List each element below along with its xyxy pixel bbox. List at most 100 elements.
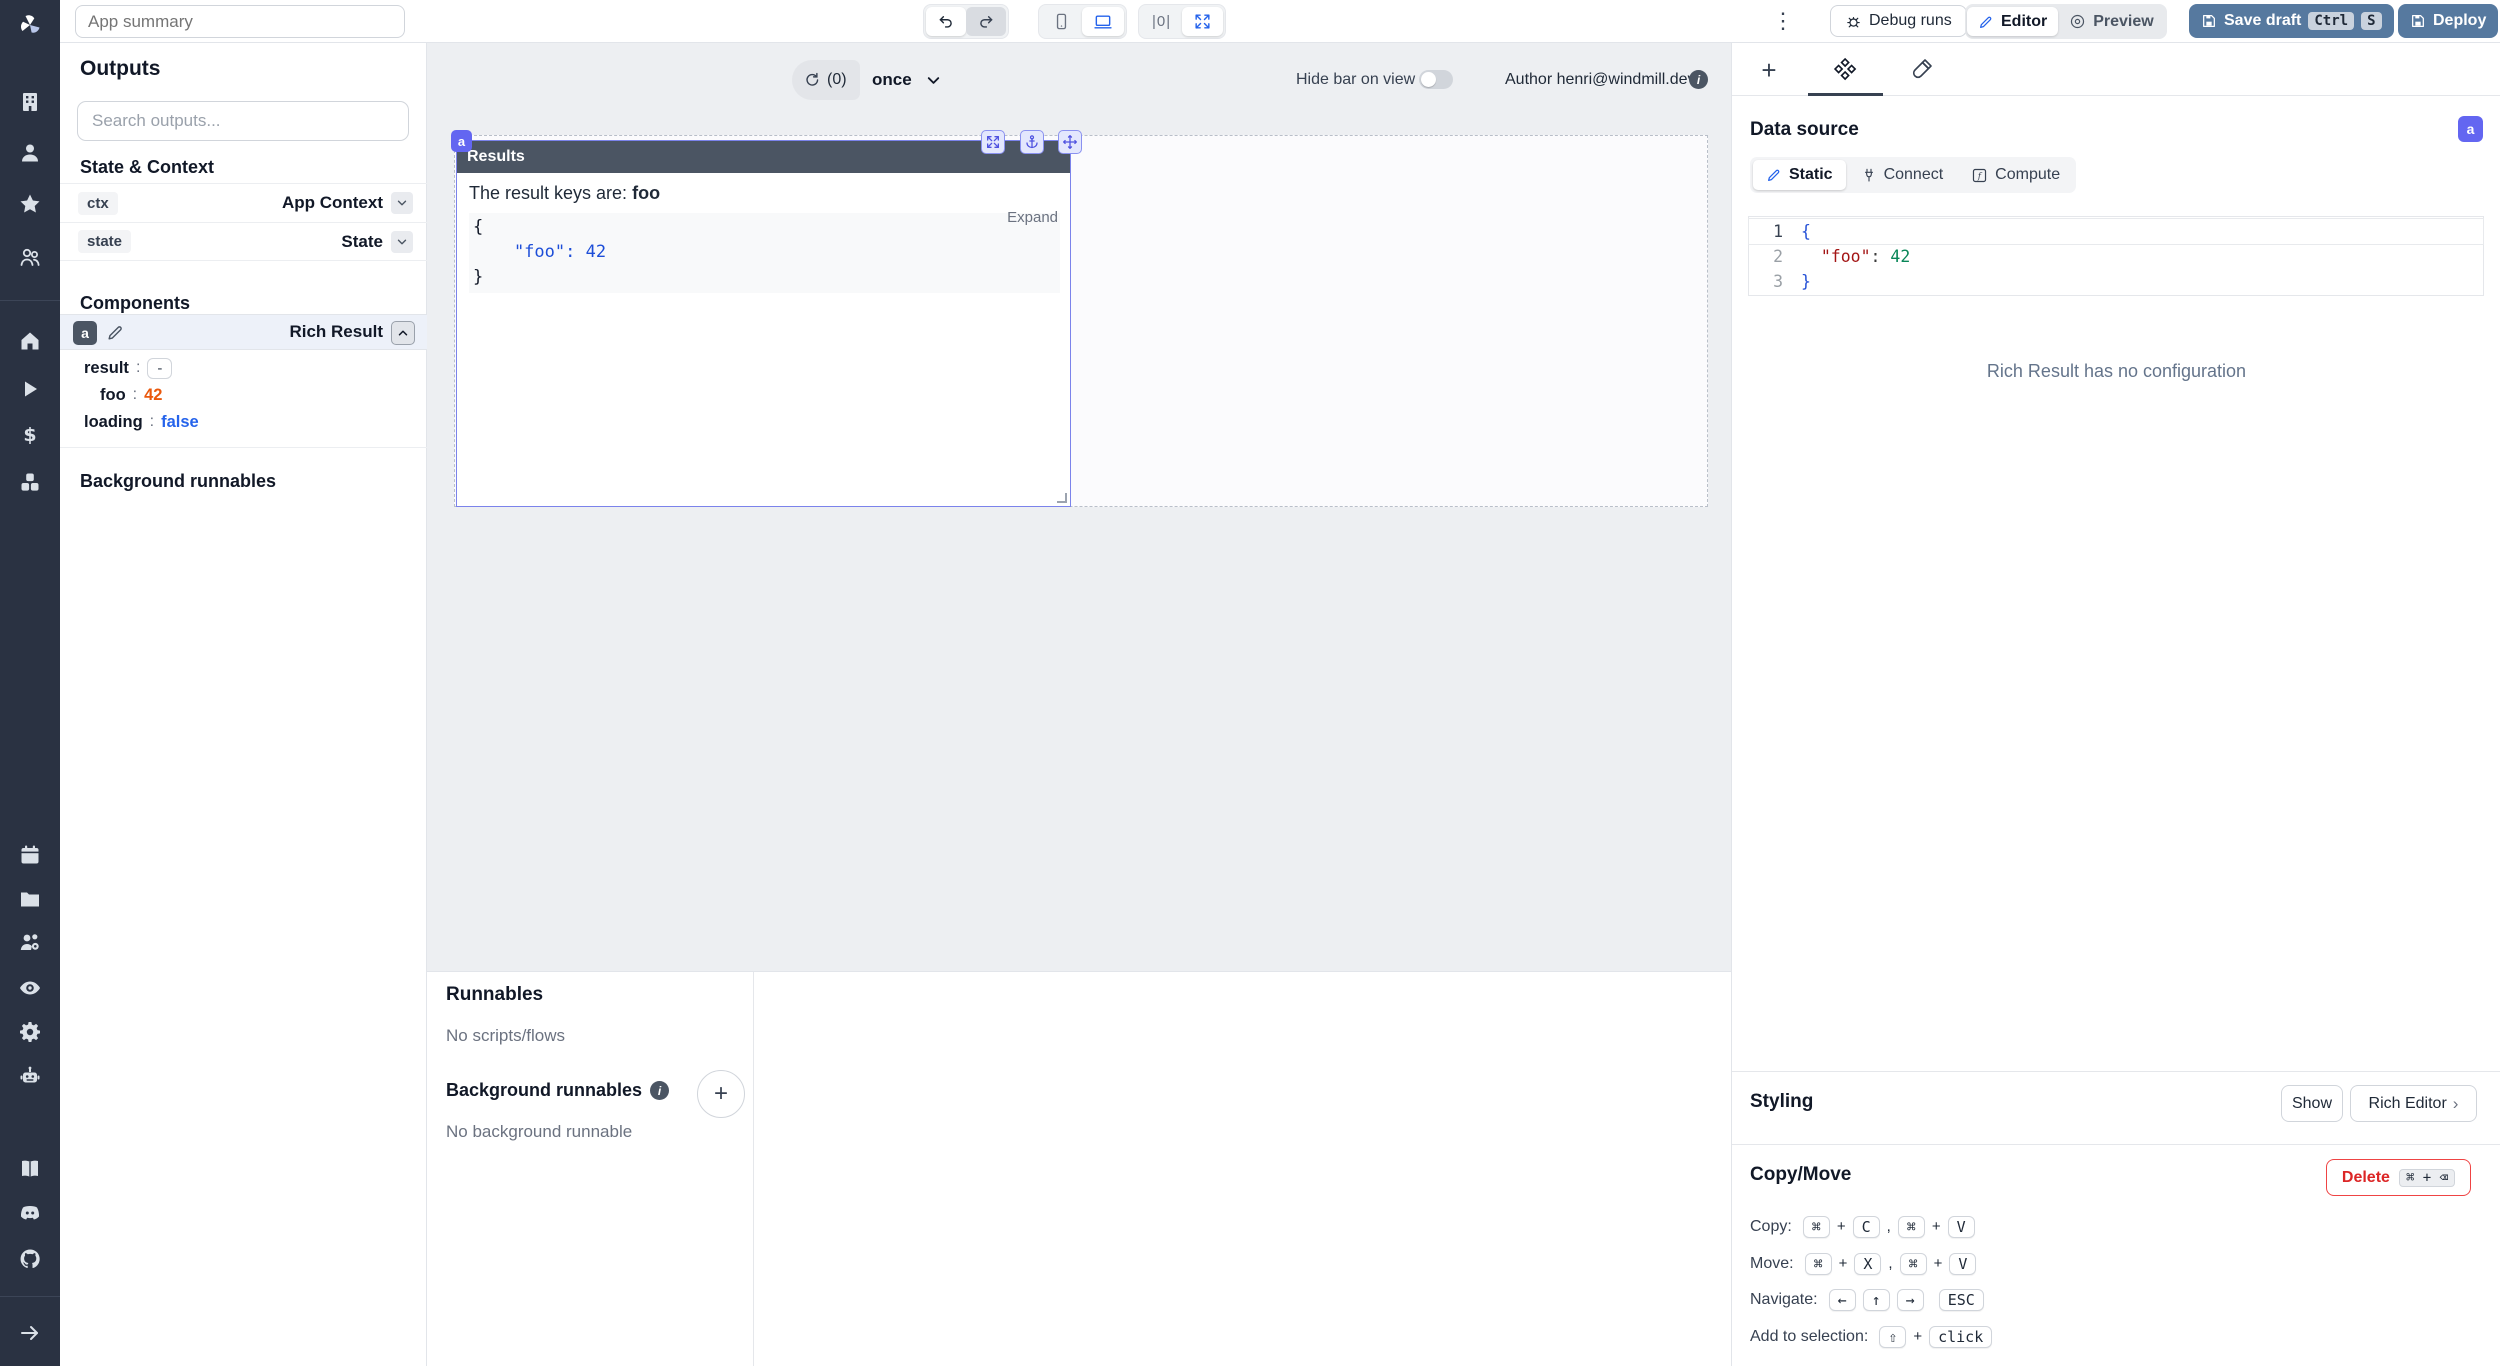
app-canvas: (0) once Hide bar on view Author henri@w… xyxy=(427,43,1731,1366)
json-code-editor[interactable]: 1 { 2 "foo": 42 3 } xyxy=(1748,216,2484,296)
tab-styling[interactable] xyxy=(1906,55,1936,85)
panel-tabs: + xyxy=(1732,43,2500,96)
desktop-view-button[interactable] xyxy=(1082,7,1124,36)
redo-icon xyxy=(977,13,995,31)
hide-bar-toggle[interactable] xyxy=(1419,70,1453,89)
divider xyxy=(1732,1144,2500,1145)
tab-editor[interactable]: Editor xyxy=(1967,7,2058,36)
tab-preview[interactable]: Preview xyxy=(2058,7,2164,36)
delete-component-button[interactable]: Delete ⌘ + ⌫ xyxy=(2326,1159,2471,1196)
expand-json-link[interactable]: Expand xyxy=(1007,209,1058,226)
tab-compute[interactable]: f Compute xyxy=(1958,160,2073,190)
chevron-down-icon[interactable] xyxy=(391,231,413,253)
fullscreen-button[interactable] xyxy=(1182,7,1223,36)
shortcut-row-copy: Copy: ⌘ + C , ⌘ + V xyxy=(1750,1213,1975,1240)
discord-icon[interactable] xyxy=(18,1201,42,1225)
favorites-star-icon[interactable] xyxy=(18,192,42,216)
component-row-a[interactable]: a Rich Result xyxy=(60,314,427,350)
collapse-chevron-up-icon[interactable] xyxy=(391,321,415,345)
refresh-count-button[interactable]: (0) xyxy=(792,60,860,100)
chevron-down-icon[interactable] xyxy=(924,71,943,90)
tab-static[interactable]: Static xyxy=(1753,160,1846,190)
comma-separator: , xyxy=(1888,1255,1892,1272)
rich-editor-button[interactable]: Rich Editor › xyxy=(2350,1085,2477,1122)
tree-key: loading xyxy=(84,413,143,432)
tab-insert-component[interactable]: + xyxy=(1754,55,1784,85)
resize-handle[interactable] xyxy=(1057,493,1067,503)
settings-gear-icon[interactable] xyxy=(18,1020,42,1044)
kbd-s: S xyxy=(2361,12,2381,30)
component-id-badge[interactable]: a xyxy=(73,321,97,345)
more-options-kebab-icon[interactable]: ⋮ xyxy=(1772,6,1794,36)
workspace-icon[interactable] xyxy=(18,90,42,114)
info-icon[interactable]: i xyxy=(1689,70,1708,89)
collapse-minus-button[interactable]: - xyxy=(147,358,172,379)
ctx-badge[interactable]: ctx xyxy=(78,192,118,215)
spacing-icon: |0| xyxy=(1152,13,1171,30)
no-configuration-text: Rich Result has no configuration xyxy=(1732,361,2500,382)
line-number: 1 xyxy=(1749,219,1783,244)
runnables-panel: Runnables No scripts/flows Background ru… xyxy=(427,971,1731,1366)
github-icon[interactable] xyxy=(18,1247,42,1271)
shortcut-row-navigate: Navigate: ← ↑ → ESC xyxy=(1750,1286,1984,1313)
kbd-v: V xyxy=(1948,1216,1975,1238)
expand-component-icon[interactable] xyxy=(981,130,1005,154)
collapse-arrow-icon[interactable] xyxy=(18,1321,42,1345)
kbd-ctrl: Ctrl xyxy=(2308,12,2354,30)
variables-dollar-icon[interactable]: $ xyxy=(18,423,42,447)
rich-result-component[interactable]: a Results The result keys are: foo Expan… xyxy=(456,140,1071,507)
author-label: Author henri@windmill.dev xyxy=(1505,71,1696,89)
home-icon[interactable] xyxy=(18,329,42,353)
folders-icon[interactable] xyxy=(18,887,42,911)
run-mode-select[interactable]: once xyxy=(872,70,912,90)
save-draft-label: Save draft xyxy=(2224,12,2301,30)
add-background-runnable-button[interactable]: + xyxy=(697,1070,745,1118)
refresh-count: (0) xyxy=(827,71,847,89)
json-open-brace: { xyxy=(473,217,483,237)
windmill-logo-icon[interactable] xyxy=(18,13,42,37)
save-draft-button[interactable]: Save draft Ctrl S xyxy=(2189,4,2394,38)
ai-robot-icon[interactable] xyxy=(18,1064,42,1088)
component-tag-badge[interactable]: a xyxy=(451,130,472,152)
app-summary-input[interactable] xyxy=(75,5,405,38)
tab-connect[interactable]: Connect xyxy=(1848,160,1957,190)
runs-play-icon[interactable] xyxy=(18,377,42,401)
fullscreen-icon xyxy=(1193,12,1212,31)
mobile-view-button[interactable] xyxy=(1041,7,1082,36)
search-outputs-input[interactable] xyxy=(77,101,409,141)
redo-button[interactable] xyxy=(966,7,1006,36)
info-icon[interactable]: i xyxy=(650,1081,669,1100)
audit-logs-eye-icon[interactable] xyxy=(18,976,42,1000)
schedules-calendar-icon[interactable] xyxy=(18,843,42,867)
divider xyxy=(1732,1071,2500,1072)
edit-pencil-icon[interactable] xyxy=(106,323,125,342)
undo-button[interactable] xyxy=(926,7,966,36)
output-row-state[interactable]: state State xyxy=(60,222,427,261)
show-label: Show xyxy=(2292,1095,2332,1113)
state-badge[interactable]: state xyxy=(78,230,131,253)
move-icon[interactable] xyxy=(1058,130,1082,154)
anchor-icon[interactable] xyxy=(1020,130,1044,154)
output-row-ctx[interactable]: ctx App Context xyxy=(60,183,427,222)
styling-show-button[interactable]: Show xyxy=(2281,1085,2343,1122)
plus-separator: + xyxy=(1932,1218,1941,1235)
docs-book-icon[interactable] xyxy=(18,1157,42,1181)
compute-label: Compute xyxy=(1995,166,2060,184)
plug-icon xyxy=(1861,167,1877,183)
static-label: Static xyxy=(1789,166,1833,184)
debug-runs-button[interactable]: Debug runs xyxy=(1830,5,1967,37)
chevron-down-icon[interactable] xyxy=(391,192,413,214)
component-header[interactable]: Results xyxy=(457,141,1070,173)
resources-boxes-icon[interactable] xyxy=(18,470,42,494)
spacing-button[interactable]: |0| xyxy=(1141,7,1182,36)
groups-icon[interactable] xyxy=(18,245,42,269)
workers-users-cog-icon[interactable] xyxy=(18,930,42,954)
user-icon[interactable] xyxy=(18,141,42,165)
state-label: State xyxy=(341,232,383,252)
deploy-button[interactable]: Deploy xyxy=(2398,4,2498,38)
runnables-title: Runnables xyxy=(446,984,543,1006)
tab-component-settings[interactable] xyxy=(1830,55,1860,85)
plus-separator: + xyxy=(1913,1328,1922,1345)
tree-key: result xyxy=(84,359,129,378)
mobile-icon xyxy=(1052,12,1071,31)
